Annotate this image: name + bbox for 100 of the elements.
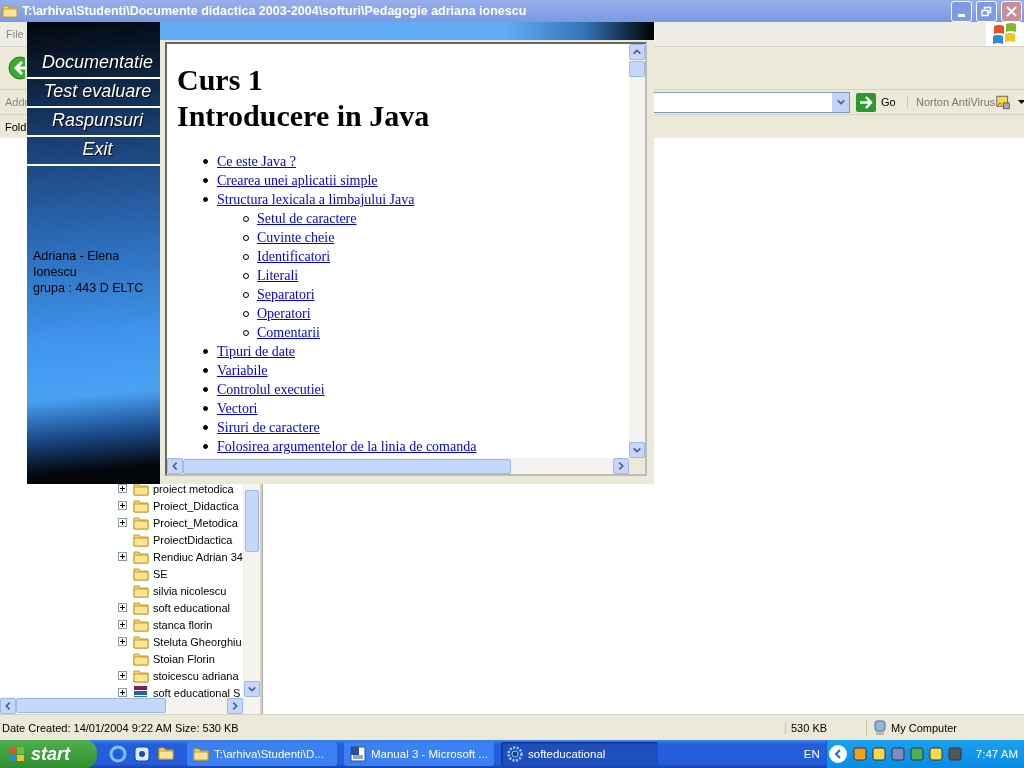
arrow-icon: [856, 92, 876, 112]
address-field[interactable]: [654, 91, 850, 113]
caret-icon[interactable]: [1018, 100, 1024, 104]
tree-item[interactable]: proiect metodica: [153, 482, 234, 495]
folder-icon: [133, 634, 149, 649]
minimize-button[interactable]: [951, 0, 972, 22]
scroll-down-button[interactable]: [629, 442, 645, 458]
tree-item[interactable]: Stoian Florin: [153, 652, 215, 665]
expand-icon[interactable]: [118, 603, 127, 612]
expand-icon[interactable]: [118, 620, 127, 629]
bullet-icon: [203, 178, 208, 183]
toc-link[interactable]: Siruri de caractere: [217, 420, 320, 435]
expand-icon[interactable]: [118, 637, 127, 646]
tray-icon[interactable]: [851, 746, 868, 762]
tree-item[interactable]: SE: [153, 567, 168, 580]
toc-link[interactable]: Identificatori: [257, 249, 331, 264]
taskbar-button[interactable]: T:\arhiva\Studenti\D...: [187, 742, 337, 766]
go-button[interactable]: Go: [852, 92, 907, 112]
close-button[interactable]: [1001, 0, 1022, 22]
folder-icon: [133, 583, 149, 598]
pane-label: Fold: [5, 120, 27, 133]
computer-icon: [873, 719, 887, 736]
toc-link[interactable]: Structura lexicala a limbajului Java: [217, 192, 415, 207]
windows-flag-icon: [8, 746, 26, 762]
scrollbar-thumb[interactable]: [629, 61, 645, 77]
toc-link[interactable]: Tipuri de date: [217, 344, 296, 359]
scrollbar-thumb[interactable]: [183, 458, 511, 474]
tray-icon[interactable]: [889, 746, 906, 762]
toc-link[interactable]: Setul de caractere: [257, 211, 357, 226]
bullet-icon: [203, 349, 208, 354]
folder-icon: [133, 549, 149, 564]
toc-link[interactable]: Variabile: [217, 363, 268, 378]
folder-icon: [133, 617, 149, 632]
clock: 7:47 AM: [975, 748, 1018, 760]
tree-item[interactable]: soft educational S: [153, 686, 241, 697]
tree-item[interactable]: stanca florin: [153, 618, 213, 631]
folder-icon: [133, 600, 149, 615]
toc-link[interactable]: Folosirea argumentelor de la linia de comanda: [217, 439, 477, 454]
expand-icon[interactable]: [118, 671, 127, 680]
tree-item[interactable]: Proiect_Metodica: [153, 516, 238, 529]
restore-button[interactable]: [976, 0, 997, 22]
tray-icon[interactable]: [946, 746, 963, 762]
dropdown-button[interactable]: [832, 92, 849, 112]
folder-icon: [2, 4, 18, 18]
expand-icon[interactable]: [118, 552, 127, 561]
folder-icon: [133, 651, 149, 666]
toc-link[interactable]: Cuvinte cheie: [257, 230, 335, 245]
window-title: T:\arhiva\Studenti\Documente didactica 2003-2004\softuri\Pedagogie adriana ionescu: [22, 4, 528, 18]
folder-icon: [133, 668, 149, 683]
tree-item[interactable]: ProiectDidactica: [153, 533, 233, 546]
tray-icon[interactable]: [927, 746, 944, 762]
scroll-right-button[interactable]: [227, 697, 243, 714]
tray-icon[interactable]: [908, 746, 925, 762]
toc-link[interactable]: Comentarii: [257, 325, 320, 340]
expand-icon[interactable]: [118, 501, 127, 510]
tree-item[interactable]: Rendiuc Adrian 34: [153, 550, 243, 563]
bullet-icon: [203, 197, 208, 202]
minimize-icon: [958, 13, 965, 17]
scroll-left-button[interactable]: [167, 458, 183, 474]
toc-link[interactable]: Controlul executiei: [217, 382, 325, 397]
bullet-icon: [203, 406, 208, 411]
scroll-up-button[interactable]: [629, 44, 645, 60]
toc-link[interactable]: Separatori: [257, 287, 315, 302]
expand-icon[interactable]: [118, 688, 127, 697]
taskbar-button[interactable]: Manual 3 - Microsoft ...: [344, 742, 494, 766]
language-indicator[interactable]: EN: [797, 748, 826, 760]
monitor-icon[interactable]: [996, 93, 1011, 111]
tree-item[interactable]: Proiect_Didactica: [153, 499, 239, 512]
expand-icon[interactable]: [118, 518, 127, 527]
tree-item[interactable]: soft educational: [153, 601, 231, 614]
tree-item[interactable]: stoicescu adriana: [153, 669, 239, 682]
folder-icon: [133, 515, 149, 530]
toc-link[interactable]: Crearea unei aplicatii simple: [217, 173, 378, 188]
scroll-down-button[interactable]: [244, 681, 260, 697]
bullet-icon: [203, 444, 208, 449]
expand-icon[interactable]: [118, 484, 127, 493]
toc-link[interactable]: Operatori: [257, 306, 311, 321]
folder-icon: [133, 566, 149, 581]
address-label: Addr: [4, 96, 30, 108]
scroll-right-button[interactable]: [613, 458, 629, 474]
scrollbar-thumb[interactable]: [245, 490, 259, 552]
folder-icon[interactable]: [157, 745, 175, 763]
tree-item[interactable]: silvia nicolescu: [153, 584, 227, 597]
bullet-icon: [203, 425, 208, 430]
bullet-icon: [203, 387, 208, 392]
toc-link[interactable]: Vectori: [217, 401, 258, 416]
books-icon: [133, 684, 149, 697]
toc-link[interactable]: Ce este Java ?: [217, 154, 296, 169]
document-icon: [350, 746, 366, 762]
tray-icon[interactable]: [870, 746, 887, 762]
scroll-left-button[interactable]: [0, 697, 16, 714]
toc-link[interactable]: Literali: [257, 268, 299, 283]
bullet-icon: [203, 159, 208, 164]
page-heading: Curs 1: [177, 62, 264, 98]
status-text: Date Created: 14/01/2004 9:22 AM Size: 530 KB: [1, 721, 240, 734]
page-heading: Introducere in Java: [177, 98, 431, 134]
show-icons-button[interactable]: [828, 745, 847, 763]
taskbar-button[interactable]: softeducational: [501, 742, 658, 766]
scrollbar-thumb[interactable]: [16, 698, 166, 713]
tree-item[interactable]: Steluta Gheorghiu: [153, 635, 242, 648]
